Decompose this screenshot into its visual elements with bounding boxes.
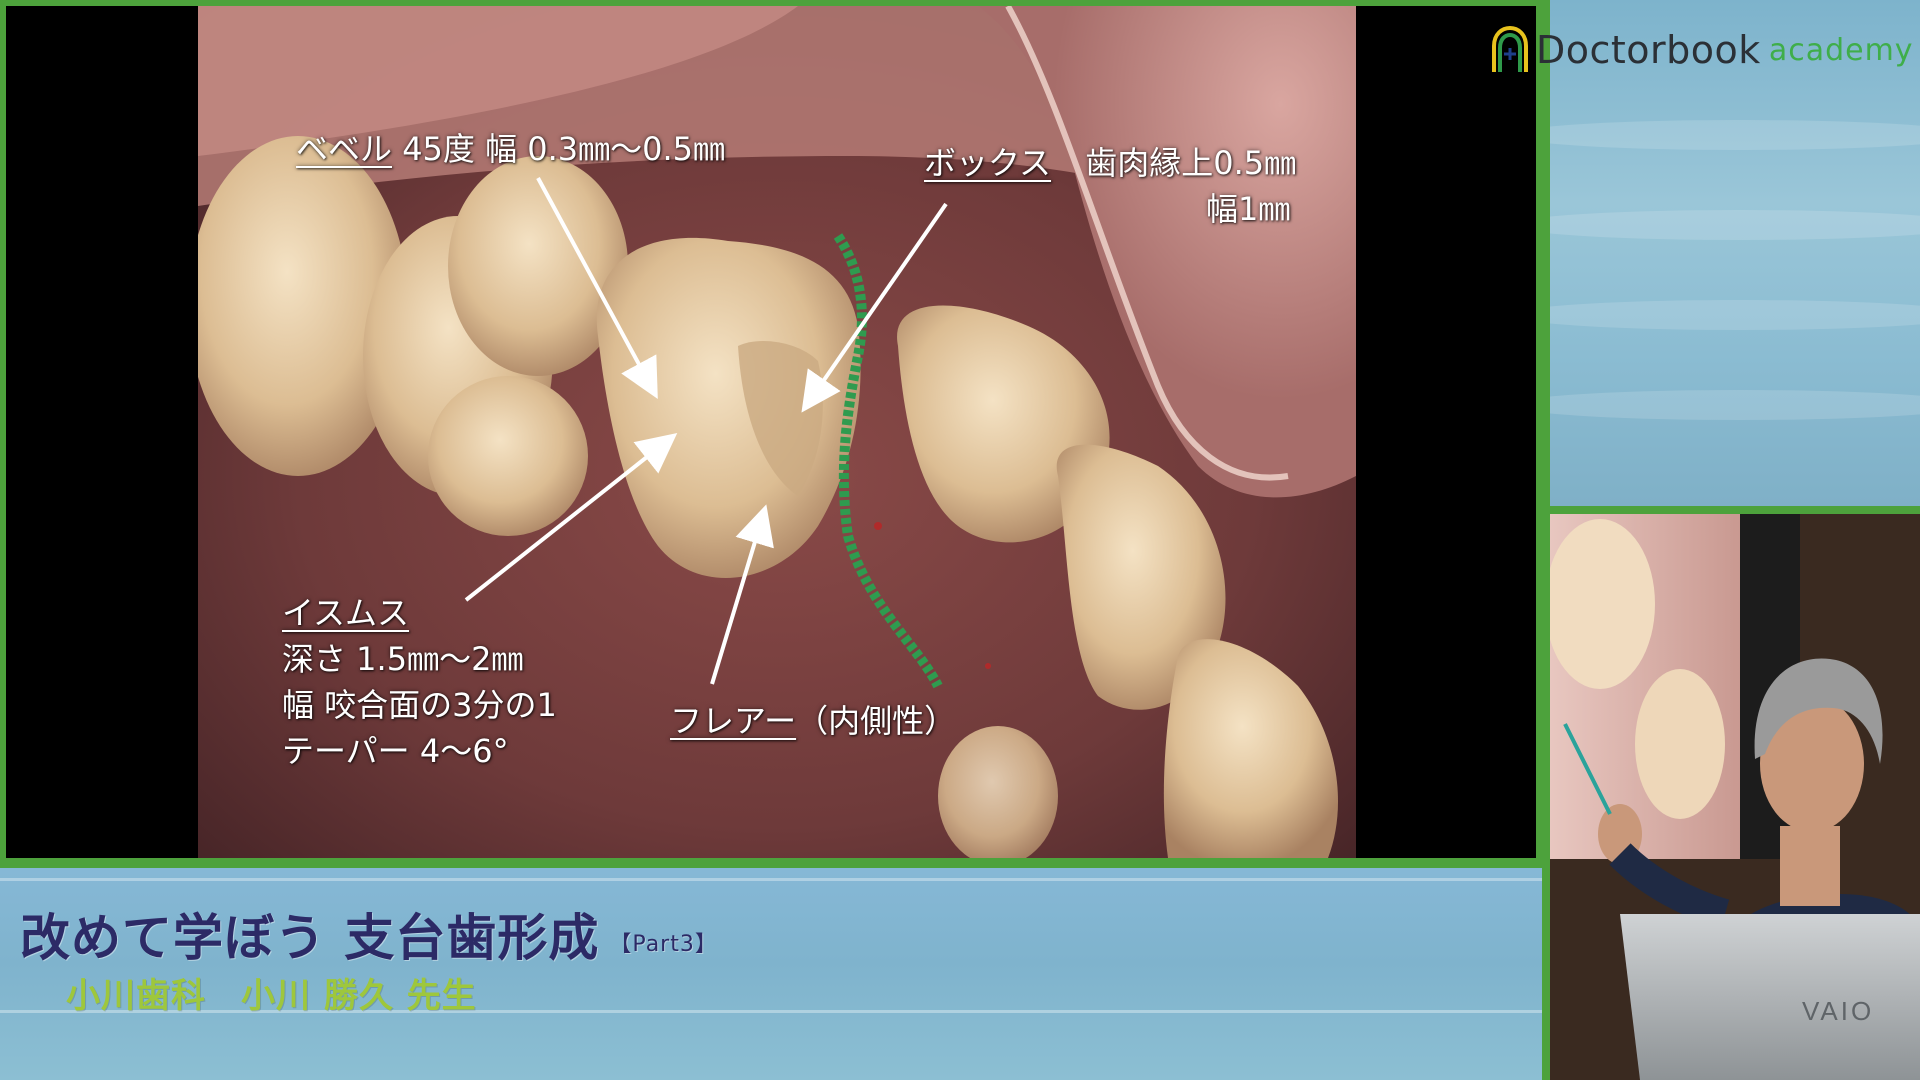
isthmus-taper: テーパー 4～6° [282,732,509,770]
isthmus-depth: 深さ 1.5㎜～2㎜ [282,640,524,678]
box-label: ボックス [924,144,1052,182]
doctorbook-logo-icon [1492,26,1528,72]
bevel-detail: 45度 幅 0.3㎜～0.5㎜ [402,130,726,168]
brand-name: Doctorbook [1536,28,1761,72]
flare-label: フレアー [670,702,797,740]
doctorbook-logo: Doctorbook academy [1490,24,1914,76]
laptop-brand: VAIO [1802,996,1874,1026]
course-title: 改めて学ぼう 支台歯形成 【Part3】 [20,898,718,970]
box-detail-1: 歯肉縁上0.5㎜ [1085,144,1297,182]
flare-annotation: フレアー（内側性） [670,698,956,744]
presenter-camera: VAIO [1550,514,1920,1080]
presenter-name: 小川歯科 小川 勝久 先生 [66,976,477,1016]
bevel-annotation: ベベル 45度 幅 0.3㎜～0.5㎜ [296,126,725,172]
course-title-bar: 改めて学ぼう 支台歯形成 【Part3】 小川歯科 小川 勝久 先生 [0,868,1542,1080]
laptop [1620,914,1920,1080]
isthmus-annotation: イスムス 深さ 1.5㎜～2㎜ 幅 咬合面の3分の1 テーパー 4～6° [282,590,557,774]
flare-detail: （内側性） [796,702,957,740]
box-detail-2: 幅1㎜ [1206,190,1291,228]
bevel-label: ベベル [296,130,393,168]
brand-sub: academy [1768,32,1914,68]
course-title-text: 改めて学ぼう 支台歯形成 [20,909,600,967]
presenter-video: VAIO [1550,514,1920,1080]
isthmus-width: 幅 咬合面の3分の1 [282,686,557,724]
course-part: 【Part3】 [609,931,718,957]
isthmus-label: イスムス [282,594,410,632]
slide-area: ベベル 45度 幅 0.3㎜～0.5㎜ ボックス 歯肉縁上0.5㎜ 幅1㎜ イス… [6,6,1536,858]
slide-frame: ベベル 45度 幅 0.3㎜～0.5㎜ ボックス 歯肉縁上0.5㎜ 幅1㎜ イス… [0,0,1542,868]
box-annotation: ボックス 歯肉縁上0.5㎜ [924,140,1296,186]
